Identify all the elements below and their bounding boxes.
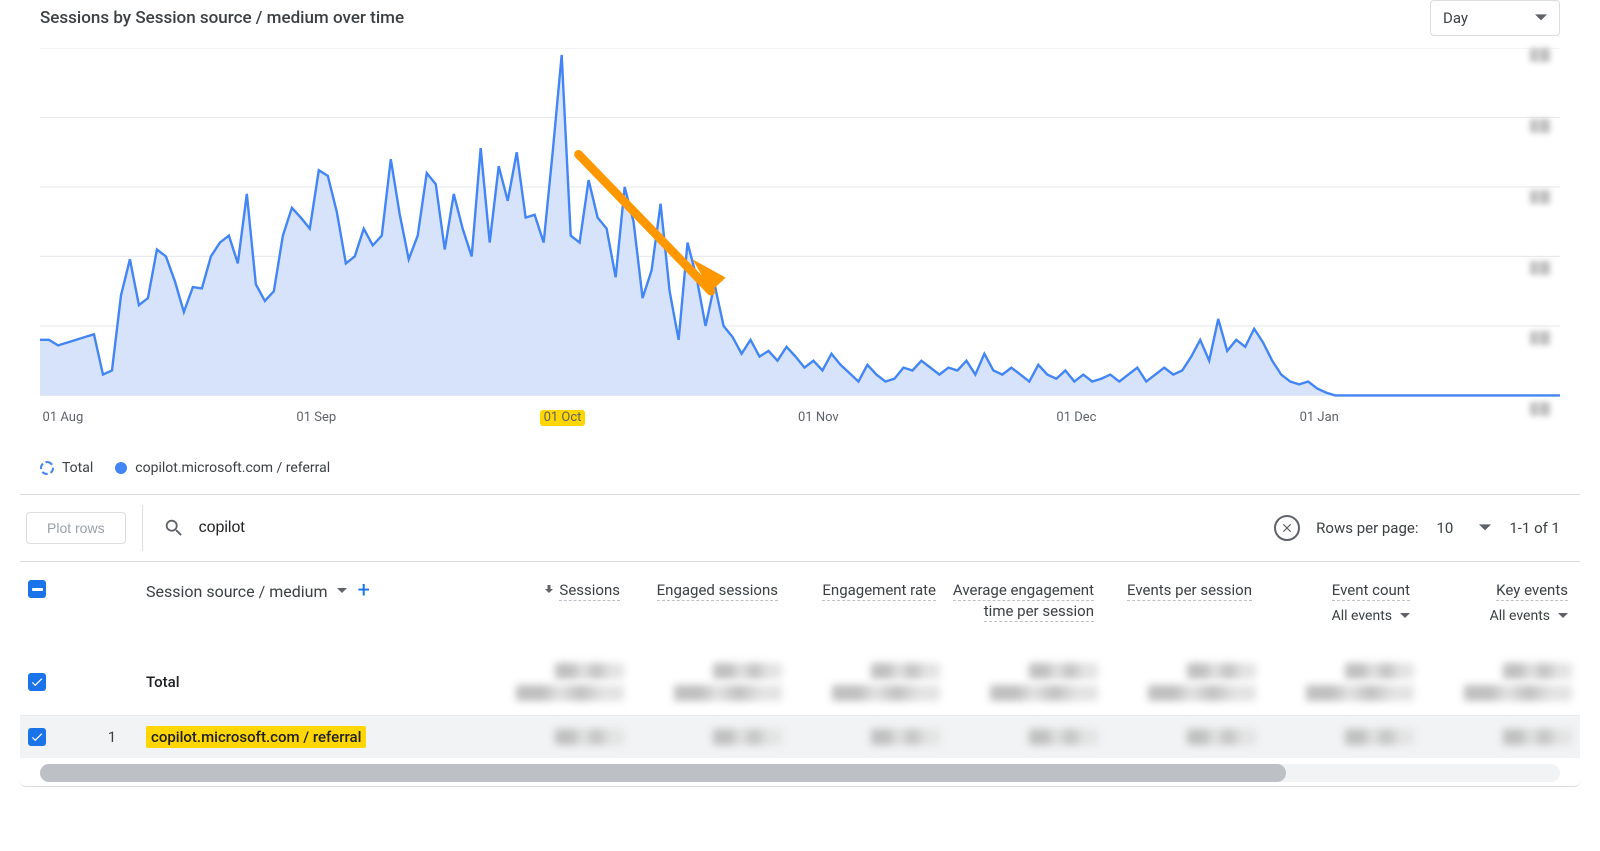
col-engaged-sessions[interactable]: Engaged sessions xyxy=(628,580,782,600)
page-title: Sessions by Session source / medium over… xyxy=(40,8,404,28)
search-input[interactable] xyxy=(199,519,1261,537)
col-engagement-rate[interactable]: Engagement rate xyxy=(786,580,940,600)
dashed-dot-icon xyxy=(40,461,54,475)
row-checkbox[interactable] xyxy=(28,728,46,746)
select-all-checkbox[interactable] xyxy=(28,580,46,598)
table-row-total: Total xyxy=(20,649,1580,716)
x-tick-sep: 01 Sep xyxy=(296,410,336,426)
dimension-header[interactable]: Session source / medium + xyxy=(146,580,466,602)
chevron-down-icon xyxy=(1535,12,1547,24)
x-tick-aug: 01 Aug xyxy=(43,410,84,426)
chevron-down-icon xyxy=(1400,611,1410,621)
rows-per-page-label: Rows per page: xyxy=(1316,519,1418,537)
row-dimension-value: copilot.microsoft.com / referral xyxy=(146,726,366,748)
rows-range: 1-1 of 1 xyxy=(1509,519,1560,537)
row-total-label: Total xyxy=(146,673,466,691)
close-icon xyxy=(1280,521,1294,535)
x-tick-jan: 01 Jan xyxy=(1300,410,1339,426)
horizontal-scrollbar[interactable] xyxy=(40,764,1560,782)
chevron-down-icon xyxy=(1479,522,1491,534)
event-count-filter[interactable]: All events xyxy=(1260,607,1410,626)
chart: 01 Aug 01 Sep 01 Oct 01 Nov 01 Dec 01 Ja… xyxy=(20,48,1580,446)
legend-series[interactable]: copilot.microsoft.com / referral xyxy=(115,460,330,476)
col-event-count[interactable]: Event count All events xyxy=(1260,580,1414,625)
granularity-select[interactable]: Day xyxy=(1430,0,1560,36)
x-tick-nov: 01 Nov xyxy=(798,410,839,426)
table-row[interactable]: 1 copilot.microsoft.com / referral xyxy=(20,716,1580,758)
col-sessions[interactable]: Sessions xyxy=(470,580,624,600)
legend: Total copilot.microsoft.com / referral xyxy=(20,446,1580,494)
chevron-down-icon xyxy=(1558,611,1568,621)
granularity-value: Day xyxy=(1443,9,1468,27)
y-axis-labels xyxy=(1530,48,1580,416)
chevron-down-icon xyxy=(337,586,347,596)
arrow-down-icon xyxy=(543,583,555,595)
line-chart-svg xyxy=(40,48,1560,406)
x-axis-labels: 01 Aug 01 Sep 01 Oct 01 Nov 01 Dec 01 Ja… xyxy=(40,410,1560,446)
key-events-filter[interactable]: All events xyxy=(1418,607,1568,626)
rows-per-page-select[interactable]: 10 xyxy=(1436,519,1491,537)
row-checkbox[interactable] xyxy=(28,673,46,691)
clear-search-button[interactable] xyxy=(1274,515,1300,541)
legend-total[interactable]: Total xyxy=(40,460,93,476)
x-tick-dec: 01 Dec xyxy=(1056,410,1096,426)
plot-rows-button[interactable]: Plot rows xyxy=(26,512,126,544)
col-key-events[interactable]: Key events All events xyxy=(1418,580,1572,625)
row-number: 1 xyxy=(82,728,142,746)
col-events-per-session[interactable]: Events per session xyxy=(1102,580,1256,600)
x-tick-oct: 01 Oct xyxy=(540,410,586,426)
col-avg-engagement[interactable]: Average engagement time per session xyxy=(944,580,1098,621)
add-dimension-button[interactable]: + xyxy=(357,580,369,602)
search-icon xyxy=(163,517,185,539)
dot-icon xyxy=(115,462,127,474)
